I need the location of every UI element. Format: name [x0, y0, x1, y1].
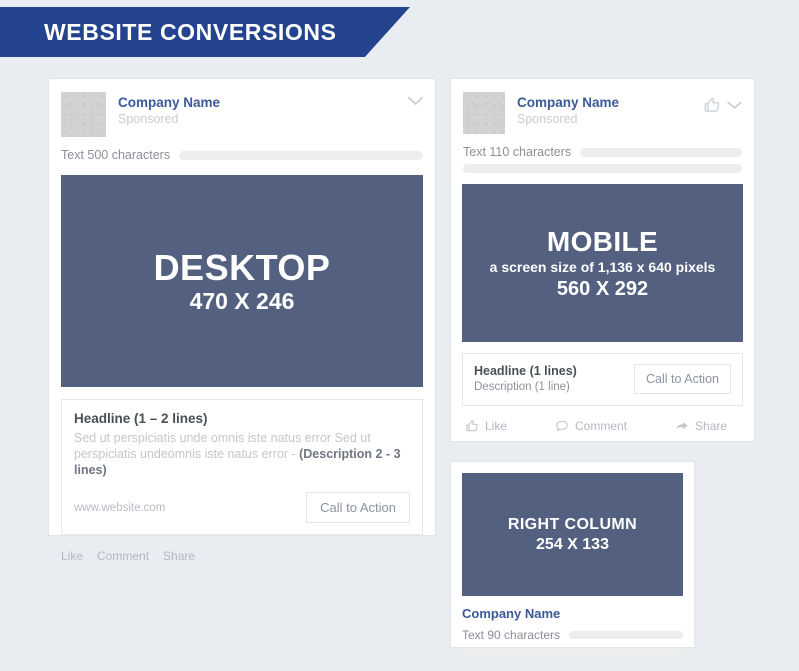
- mobile-action-comment-label: Comment: [575, 419, 628, 433]
- mobile-action-like[interactable]: Like: [465, 419, 507, 433]
- text-placeholder-bar: [569, 631, 683, 639]
- desktop-post-header-icons[interactable]: [407, 96, 424, 106]
- speech-bubble-icon: [556, 420, 568, 432]
- desktop-creative-size: 470 X 246: [189, 287, 295, 314]
- text-placeholder-bar: [580, 147, 742, 157]
- right-column-ad-card: RIGHT COLUMN 254 X 133 Company Name Text…: [450, 461, 695, 656]
- mobile-description: Description (1 line): [474, 381, 570, 393]
- mobile-action-share[interactable]: Share: [675, 419, 727, 433]
- mobile-action-comment[interactable]: Comment: [555, 419, 627, 433]
- mobile-action-share-label: Share: [695, 419, 728, 433]
- mobile-post-identity: Company Name Sponsored: [517, 92, 619, 127]
- desktop-actions-row: Like Comment Share: [49, 549, 435, 563]
- text-placeholder-bar-second: [462, 648, 683, 656]
- mobile-post-header: Company Name Sponsored: [451, 79, 754, 134]
- mobile-cta-button[interactable]: Call to Action: [634, 364, 731, 394]
- thumbs-up-icon: [466, 420, 478, 432]
- desktop-description: Sed ut perspiciatis unde omnis iste natu…: [74, 430, 410, 478]
- thumbs-up-icon[interactable]: [703, 96, 721, 114]
- mobile-creative-title: MOBILE: [546, 225, 659, 257]
- desktop-creative-image: DESKTOP 470 X 246: [61, 175, 423, 387]
- mobile-headline: Headline (1 lines): [474, 364, 577, 378]
- desktop-action-like[interactable]: Like: [61, 549, 83, 563]
- right-column-creative-title: RIGHT COLUMN: [507, 515, 638, 533]
- desktop-action-comment[interactable]: Comment: [97, 549, 149, 563]
- company-name: Company Name: [462, 606, 561, 621]
- right-column-creative-image: RIGHT COLUMN 254 X 133: [462, 473, 683, 596]
- desktop-post-identity: Company Name Sponsored: [118, 92, 220, 127]
- mobile-post-header-icons[interactable]: [703, 96, 743, 114]
- chevron-down-icon[interactable]: [407, 96, 424, 106]
- desktop-display-url: www.website.com: [74, 501, 166, 514]
- sponsored-label: Sponsored: [118, 112, 179, 126]
- company-name: Company Name: [517, 95, 620, 110]
- desktop-link-block: Headline (1 – 2 lines) Sed ut perspiciat…: [61, 399, 423, 535]
- mobile-text-placeholder-row: Text 110 characters: [451, 145, 754, 159]
- sponsored-label: Sponsored: [517, 112, 578, 126]
- mobile-action-like-label: Like: [485, 419, 508, 433]
- desktop-creative-title: DESKTOP: [153, 246, 331, 288]
- right-column-text-limit-label: Text 90 characters: [462, 628, 561, 642]
- mobile-creative-image: MOBILE a screen size of 1,136 x 640 pixe…: [462, 184, 743, 342]
- mobile-text-limit-label: Text 110 characters: [463, 145, 572, 159]
- desktop-headline: Headline (1 – 2 lines): [74, 411, 208, 426]
- text-placeholder-bar-second: [463, 164, 742, 173]
- desktop-text-placeholder-row: Text 500 characters: [49, 148, 435, 162]
- company-name: Company Name: [118, 95, 221, 110]
- desktop-ad-card: Company Name Sponsored Text 500 characte…: [48, 78, 436, 563]
- desktop-cta-button[interactable]: Call to Action: [306, 492, 410, 523]
- mobile-ad-card: Company Name Sponsored Text 110 characte…: [450, 78, 755, 442]
- avatar: [61, 92, 106, 137]
- avatar: [463, 92, 505, 134]
- share-arrow-icon: [676, 422, 688, 430]
- chevron-down-icon[interactable]: [726, 100, 743, 110]
- mobile-creative-note: a screen size of 1,136 x 640 pixels: [489, 258, 716, 275]
- text-placeholder-bar: [179, 150, 423, 160]
- desktop-action-share[interactable]: Share: [163, 549, 195, 563]
- desktop-text-limit-label: Text 500 characters: [61, 148, 171, 162]
- right-column-body: Company Name Text 90 characters: [451, 596, 694, 656]
- page-header-banner: WEBSITE CONVERSIONS: [0, 7, 410, 57]
- mobile-actions-row: Like Comment Share: [451, 419, 754, 433]
- mobile-creative-size: 560 X 292: [556, 277, 649, 300]
- mobile-link-block: Headline (1 lines) Description (1 line) …: [462, 353, 743, 406]
- right-column-creative-size: 254 X 133: [536, 535, 609, 553]
- desktop-link-bottom-row: www.website.com Call to Action: [74, 492, 410, 523]
- page-title: WEBSITE CONVERSIONS: [44, 18, 337, 45]
- desktop-post-header: Company Name Sponsored: [49, 79, 435, 137]
- mobile-link-text: Headline (1 lines) Description (1 line): [474, 363, 577, 395]
- right-column-text-placeholder-row: Text 90 characters: [462, 628, 683, 642]
